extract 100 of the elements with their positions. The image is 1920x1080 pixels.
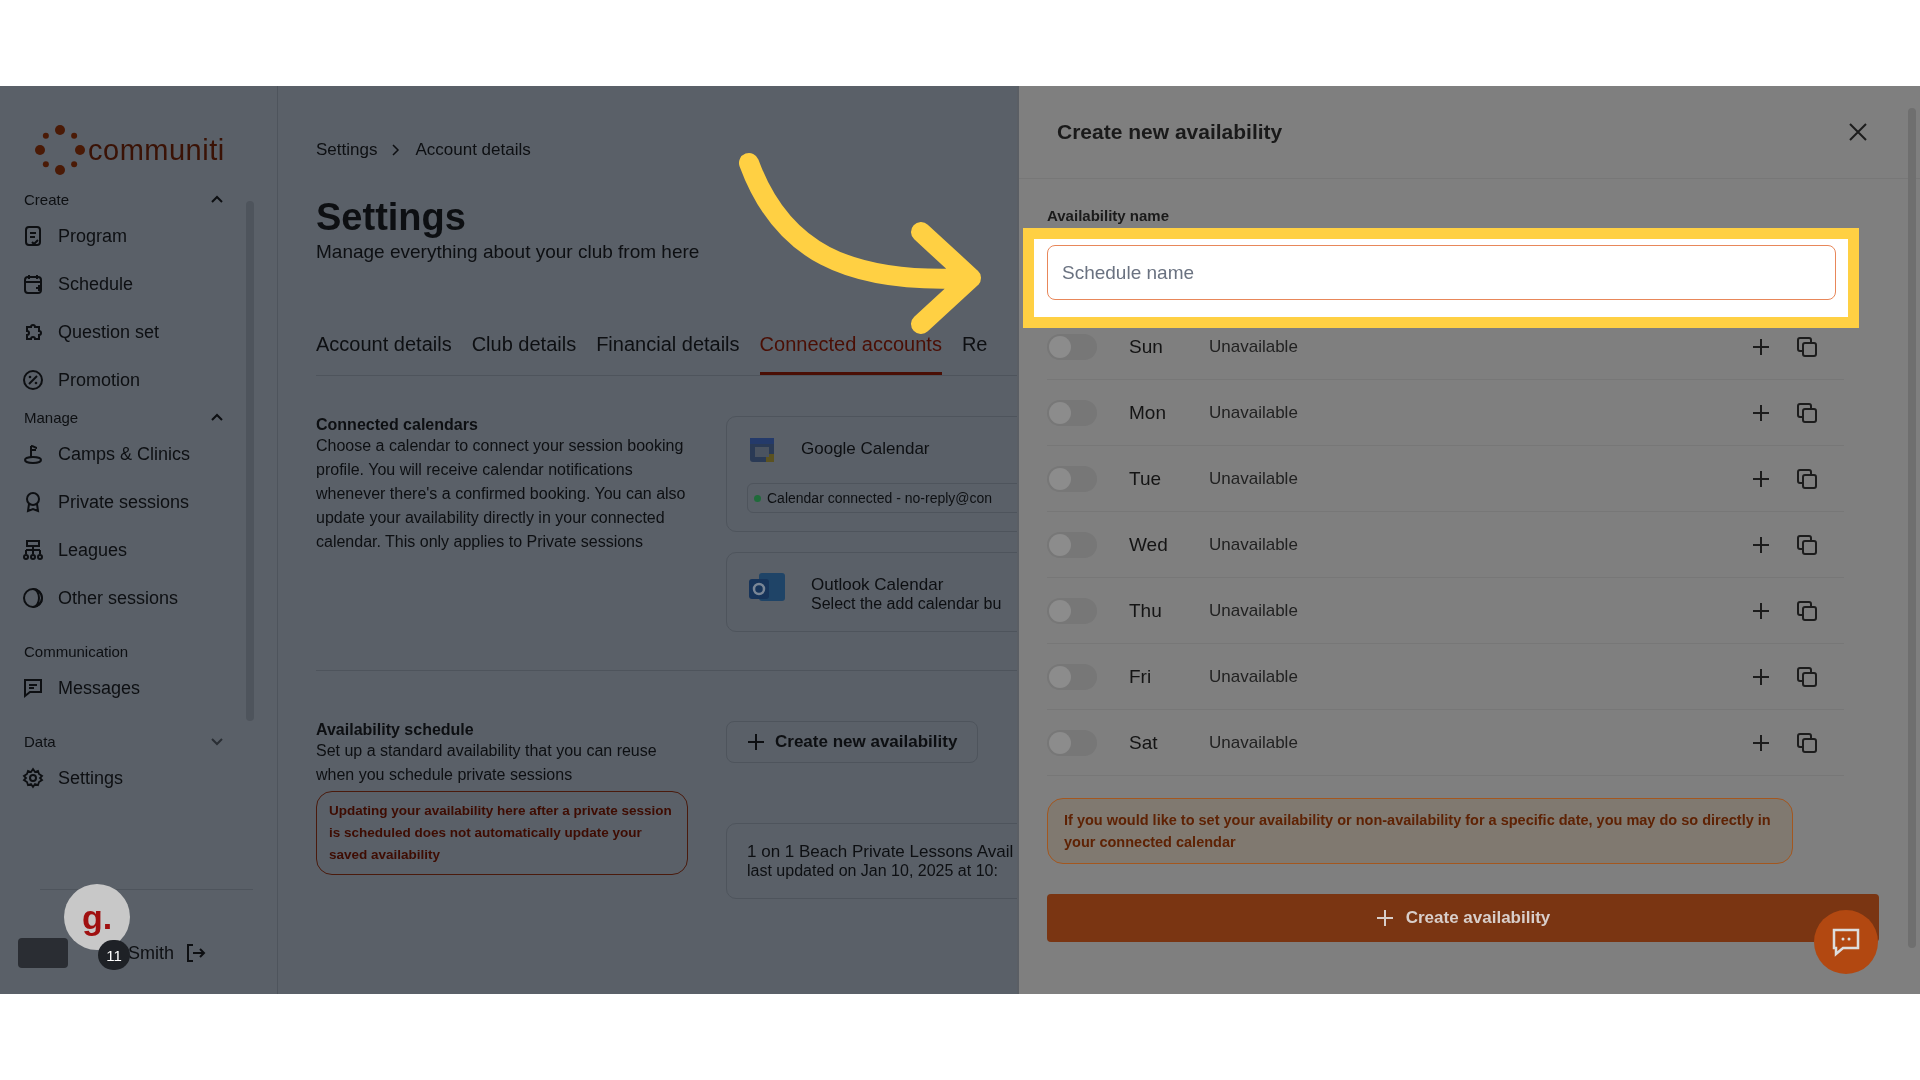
settings-icon [22,767,44,789]
section-heading: Data [24,732,56,750]
day-status: Unavailable [1209,600,1299,621]
day-name: Sun [1129,335,1164,358]
day-status: Unavailable [1209,534,1299,555]
copy-icon [1796,533,1818,556]
copy-button[interactable] [1796,401,1818,424]
avatar[interactable]: g. [64,884,130,950]
day-name: Sat [1129,731,1159,754]
day-name: Mon [1129,401,1167,424]
section-heading: Create [24,190,70,208]
copy-icon [1796,335,1818,358]
day-status: Unavailable [1209,732,1299,753]
copy-button[interactable] [1796,533,1818,556]
logout-icon[interactable] [184,942,206,964]
nav-item[interactable]: Messages [58,677,141,699]
nav-item[interactable]: Promotion [58,369,141,391]
day-status: Unavailable [1209,336,1299,357]
copy-icon [1796,731,1818,754]
copy-button[interactable] [1796,731,1818,754]
calendar-name: Google Calendar [801,439,930,459]
plus-icon [1752,667,1770,686]
section-description: Set up a standard availability that you can reuse when you schedule private sessions [316,741,658,785]
copy-button[interactable] [1796,335,1818,358]
nav-item[interactable]: Question set [58,321,160,343]
close-button[interactable] [1848,122,1868,142]
modal-title: Create new availability [1057,120,1283,144]
nav-item[interactable]: Private sessions [58,491,190,513]
page-title: Settings [316,196,467,239]
day-status: Unavailable [1209,468,1299,489]
plus-icon [1752,733,1770,752]
section-description: Choose a calendar to connect your session booking profile. You will receive calendar notifications whenever there's a confirmed booking. You can also update your availability directly in your connected calendar. This only applies to Private sessions [316,436,686,552]
copy-icon [1796,665,1818,688]
plus-icon [1752,601,1770,620]
document-icon [22,225,44,247]
schedule-name: 1 on 1 Beach Private Lessons Avail [747,842,1015,862]
section-heading: Manage [24,408,79,426]
plus-icon [1375,909,1394,927]
plus-icon [1752,535,1770,554]
schedule-name-field[interactable]: Schedule name [1047,245,1836,300]
plus-icon [1752,337,1770,356]
calendar-plus-icon [22,273,44,295]
tab[interactable]: Re [961,327,988,375]
tab[interactable]: Account details [316,327,452,375]
add-button[interactable] [1752,337,1770,356]
day-name: Wed [1129,533,1169,556]
info-note: If you would like to set your availability or non-availability for a specific date, you may do so directly in your connected calendar [1047,798,1793,864]
nav-item[interactable]: Program [58,225,128,247]
add-button[interactable] [1752,733,1770,752]
copy-button[interactable] [1796,665,1818,688]
tab[interactable]: Connected accounts [759,327,942,375]
chat-icon [22,677,44,699]
add-button[interactable] [1752,403,1770,422]
warning-note: Updating your availability here after a private session is scheduled does not automatically update your saved availability [316,791,688,875]
copy-icon [1796,467,1818,490]
tab[interactable]: Financial details [596,327,740,375]
plus-icon [747,733,765,751]
close-icon [1848,122,1868,142]
plus-icon [1752,469,1770,488]
percent-icon [22,369,44,391]
copy-icon [1796,599,1818,622]
nav-item[interactable]: Camps & Clinics [58,443,191,465]
copy-button[interactable] [1796,599,1818,622]
copy-icon [1796,401,1818,424]
copy-button[interactable] [1796,467,1818,490]
create-availability-button[interactable]: Create new availability [726,721,979,763]
logo-icon [34,124,86,176]
club-logo [18,938,68,968]
schedule-updated: last updated on Jan 10, 2025 at 10: [747,862,999,880]
add-button[interactable] [1752,601,1770,620]
hierarchy-icon [22,539,44,561]
nav-item[interactable]: Settings [58,767,124,789]
day-name: Thu [1129,599,1163,622]
plus-icon [1752,403,1770,422]
chevron-right-icon [391,143,402,157]
half-circle-icon [22,587,44,609]
breadcrumb-link[interactable]: Account details [415,140,531,160]
day-name: Tue [1129,467,1163,490]
section-heading: Communication [24,642,129,660]
section-title: Connected calendars [316,416,479,434]
nav-item[interactable]: Other sessions [58,587,179,609]
page-subtitle: Manage everything about your club from here [316,241,701,263]
notification-count: 11 [98,940,130,970]
day-name: Fri [1129,665,1153,688]
add-button[interactable] [1752,469,1770,488]
calendar-hint: Select the add calendar bu [811,595,1002,613]
nav-item[interactable]: Schedule [58,273,134,295]
chat-icon [1831,927,1861,957]
day-status: Unavailable [1209,402,1299,423]
create-availability-button[interactable]: Create availability [1047,894,1879,942]
tab[interactable]: Club details [471,327,577,375]
add-button[interactable] [1752,667,1770,686]
add-button[interactable] [1752,535,1770,554]
breadcrumb-link[interactable]: Settings [316,140,378,160]
section-title: Availability schedule [316,721,475,739]
calendar-name: Outlook Calendar [811,575,945,595]
field-label: Availability name [1047,207,1170,224]
nav-item[interactable]: Leagues [58,539,128,561]
day-status: Unavailable [1209,666,1299,687]
status-text: Calendar connected - no-reply@con [767,490,993,506]
